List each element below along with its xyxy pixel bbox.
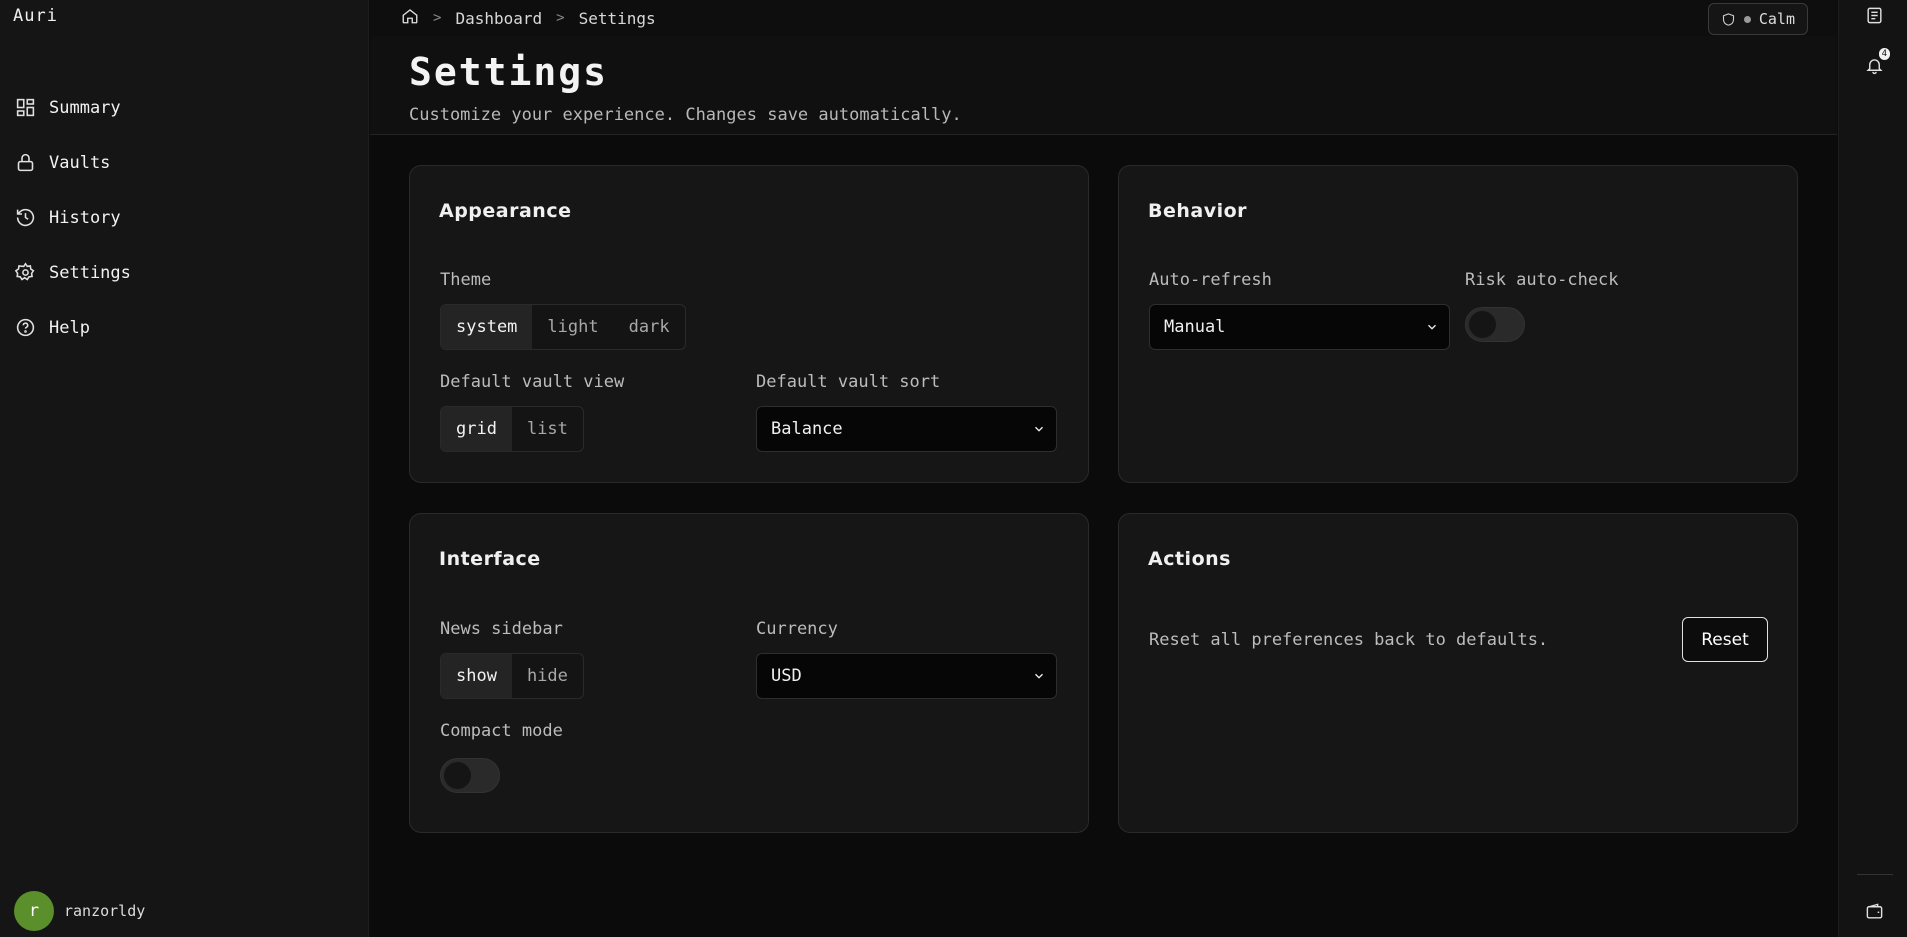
- auto-refresh-label: Auto-refresh: [1149, 270, 1272, 290]
- select-value: Manual: [1164, 317, 1226, 337]
- wallet-button[interactable]: [1861, 898, 1887, 924]
- page-subtitle: Customize your experience. Changes save …: [409, 105, 962, 125]
- home-icon[interactable]: [401, 7, 419, 29]
- rail-divider: [1857, 874, 1893, 875]
- risk-check-label: Risk auto-check: [1465, 270, 1619, 290]
- theme-option-light[interactable]: light: [532, 305, 613, 349]
- sidebar-item-settings[interactable]: Settings: [0, 245, 368, 300]
- auto-refresh-select[interactable]: Manual: [1149, 304, 1450, 350]
- card-title: Interface: [439, 548, 541, 570]
- view-option-grid[interactable]: grid: [441, 407, 512, 451]
- user-profile[interactable]: r ranzorldy: [14, 891, 145, 931]
- mode-label: Calm: [1758, 10, 1795, 28]
- news-panel-button[interactable]: [1861, 2, 1887, 28]
- currency-label: Currency: [756, 619, 838, 639]
- risk-check-toggle[interactable]: [1465, 307, 1525, 342]
- page-title: Settings: [409, 50, 609, 94]
- chevron-down-icon: [1032, 421, 1046, 435]
- vault-view-label: Default vault view: [440, 372, 625, 392]
- dashboard-grid-icon: [14, 97, 36, 119]
- sidebar-nav: Summary Vaults History Settings Help: [0, 80, 368, 355]
- breadcrumb: > Dashboard > Settings: [401, 7, 656, 29]
- chevron-right-icon: >: [556, 10, 565, 26]
- reset-description: Reset all preferences back to defaults.: [1149, 630, 1549, 650]
- lock-icon: [14, 152, 36, 174]
- breadcrumb-dashboard[interactable]: Dashboard: [455, 9, 542, 28]
- appearance-card: Appearance Theme system light dark Defau…: [409, 165, 1089, 483]
- sidebar-item-help[interactable]: Help: [0, 300, 368, 355]
- page-header: Settings Customize your experience. Chan…: [370, 36, 1837, 135]
- theme-option-system[interactable]: system: [441, 305, 533, 349]
- mode-button[interactable]: Calm: [1707, 3, 1808, 35]
- topbar: > Dashboard > Settings Calm: [370, 0, 1837, 36]
- interface-card: Interface News sidebar show hide Currenc…: [409, 513, 1089, 833]
- theme-selector: system light dark: [440, 304, 686, 350]
- right-rail: 4: [1838, 0, 1907, 937]
- wallet-icon: [1866, 902, 1882, 919]
- main-content: > Dashboard > Settings Calm Settings Cus…: [370, 0, 1837, 937]
- sidebar-item-label: History: [49, 207, 121, 228]
- history-clock-icon: [14, 207, 36, 229]
- sidebar-item-label: Summary: [49, 97, 121, 118]
- vault-view-selector: grid list: [440, 406, 584, 452]
- help-circle-icon: [14, 317, 36, 339]
- chevron-down-icon: [1032, 668, 1046, 682]
- currency-select[interactable]: USD: [756, 653, 1057, 699]
- toggle-knob: [444, 762, 471, 789]
- compact-mode-toggle[interactable]: [440, 758, 500, 793]
- actions-card: Actions Reset all preferences back to de…: [1118, 513, 1798, 833]
- notifications-button[interactable]: 4: [1861, 48, 1890, 78]
- avatar: r: [14, 891, 54, 931]
- newspaper-icon: [1866, 7, 1882, 23]
- theme-label: Theme: [440, 270, 492, 290]
- app-logo[interactable]: Auri: [13, 6, 58, 26]
- chevron-right-icon: >: [433, 10, 442, 26]
- sidebar-item-summary[interactable]: Summary: [0, 80, 368, 135]
- theme-option-dark[interactable]: dark: [614, 305, 685, 349]
- news-option-hide[interactable]: hide: [512, 654, 583, 698]
- card-title: Appearance: [439, 200, 572, 222]
- vault-sort-select[interactable]: Balance: [756, 406, 1057, 452]
- sidebar-item-label: Vaults: [49, 152, 111, 173]
- username: ranzorldy: [64, 902, 146, 920]
- gear-icon: [14, 262, 36, 284]
- reset-button[interactable]: Reset: [1682, 617, 1768, 662]
- chevron-down-icon: [1425, 319, 1439, 333]
- sidebar-item-label: Help: [49, 317, 90, 338]
- shield-icon: [1722, 12, 1734, 26]
- news-sidebar-selector: show hide: [440, 653, 584, 699]
- vault-sort-label: Default vault sort: [756, 372, 941, 392]
- news-sidebar-label: News sidebar: [440, 619, 563, 639]
- notification-badge: 4: [1878, 48, 1890, 60]
- toggle-knob: [1469, 311, 1496, 338]
- card-title: Behavior: [1148, 200, 1248, 222]
- select-value: Balance: [771, 419, 843, 439]
- sidebar-item-vaults[interactable]: Vaults: [0, 135, 368, 190]
- sidebar-item-history[interactable]: History: [0, 190, 368, 245]
- view-option-list[interactable]: list: [512, 407, 583, 451]
- compact-mode-label: Compact mode: [440, 721, 563, 741]
- news-option-show[interactable]: show: [441, 654, 512, 698]
- status-dot: [1743, 15, 1751, 23]
- sidebar: Auri Summary Vaults History Settings Hel…: [0, 0, 369, 937]
- behavior-card: Behavior Auto-refresh Manual Risk auto-c…: [1118, 165, 1798, 483]
- breadcrumb-settings: Settings: [578, 8, 656, 28]
- select-value: USD: [771, 666, 802, 686]
- card-title: Actions: [1148, 548, 1231, 570]
- sidebar-item-label: Settings: [49, 262, 131, 283]
